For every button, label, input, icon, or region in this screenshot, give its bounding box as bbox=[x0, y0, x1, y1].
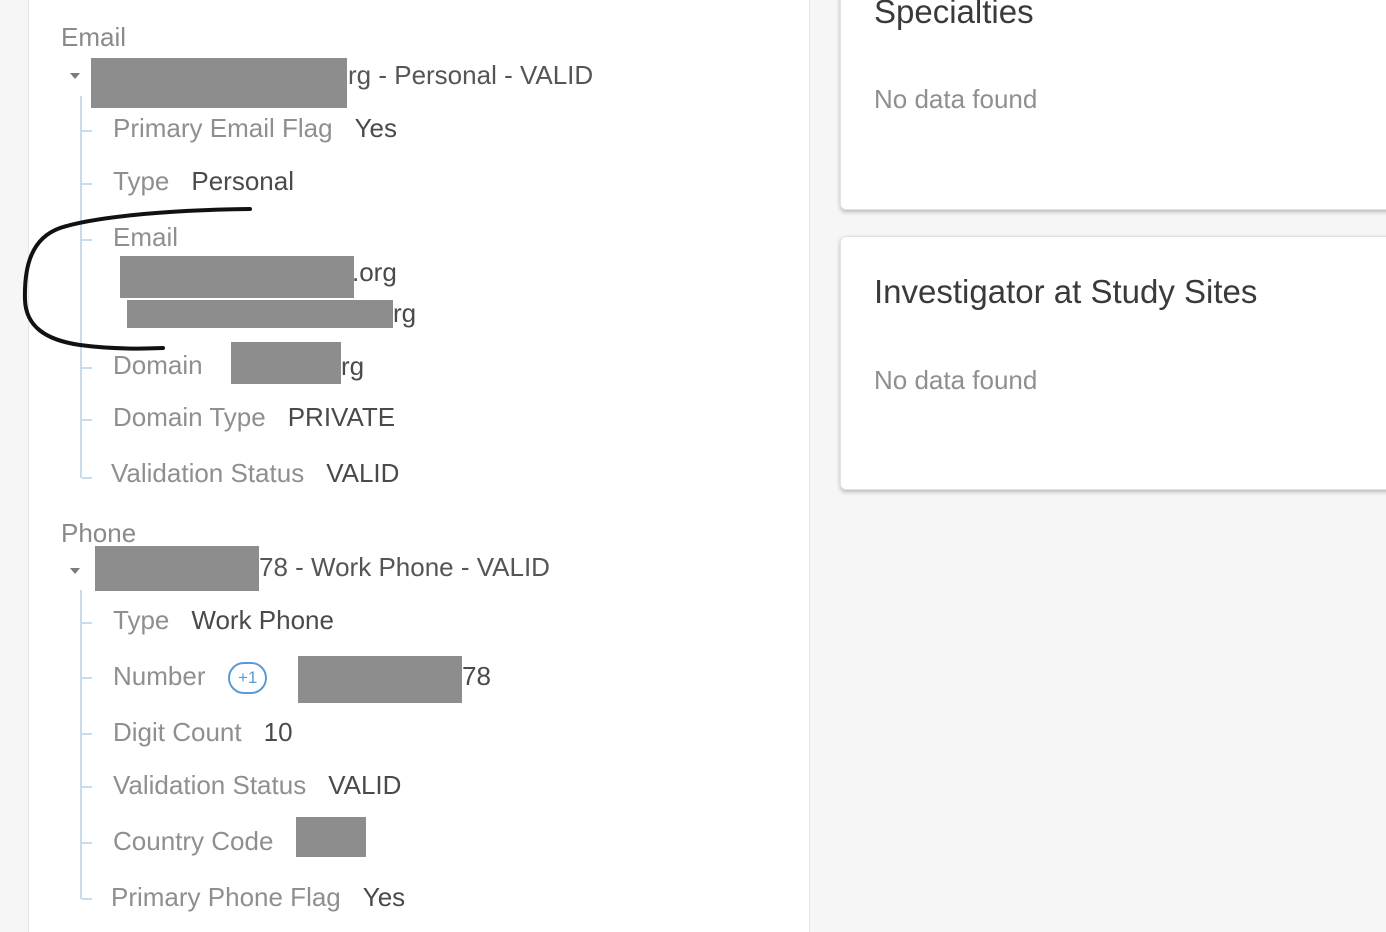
email-value-fragment: rg bbox=[393, 298, 417, 328]
card-title: Investigator at Study Sites bbox=[874, 273, 1258, 310]
field-label: Domain bbox=[113, 350, 203, 380]
collapse-caret-icon[interactable] bbox=[70, 568, 80, 574]
email-value-fragment: .org bbox=[352, 257, 397, 287]
field-label: Primary Phone Flag bbox=[111, 882, 341, 912]
tree-branch bbox=[82, 239, 92, 241]
tree-branch bbox=[82, 419, 92, 421]
email-validation-status-row: Validation Status VALID bbox=[111, 458, 399, 489]
field-label: Country Code bbox=[113, 826, 274, 856]
field-label: Validation Status bbox=[111, 458, 305, 488]
tree-branch bbox=[82, 130, 92, 132]
tree-branch bbox=[82, 677, 92, 679]
phone-type-row: Type Work Phone bbox=[113, 605, 334, 636]
specialties-card: Specialties No data found bbox=[840, 0, 1386, 210]
field-label: Domain Type bbox=[113, 402, 266, 432]
email-type-row: Type Personal bbox=[113, 166, 294, 197]
field-label: Type bbox=[113, 605, 170, 635]
phone-number-row: Number bbox=[113, 661, 205, 692]
field-label: Primary Email Flag bbox=[113, 113, 333, 143]
tree-branch bbox=[82, 733, 92, 735]
card-title: Specialties bbox=[874, 0, 1034, 30]
tree-branch bbox=[82, 477, 92, 479]
email-address-row: Email bbox=[113, 222, 178, 253]
phone-entry-header[interactable]: 78 - Work Phone - VALID bbox=[259, 552, 550, 583]
phone-tree-line bbox=[80, 590, 82, 899]
redacted-phone-number bbox=[95, 546, 259, 591]
digit-count-row: Digit Count 10 bbox=[113, 717, 293, 748]
tree-branch bbox=[82, 786, 92, 788]
redacted-email-value bbox=[120, 256, 354, 298]
redacted-country-code bbox=[296, 817, 366, 857]
field-value: Yes bbox=[362, 882, 406, 912]
field-value: Yes bbox=[354, 113, 398, 143]
email-entry-header[interactable]: rg - Personal - VALID bbox=[348, 60, 593, 91]
field-label: Email bbox=[113, 222, 179, 252]
study-sites-card: Investigator at Study Sites No data foun… bbox=[840, 236, 1386, 490]
redacted-domain bbox=[231, 342, 341, 384]
phone-validation-status-row: Validation Status VALID bbox=[113, 770, 401, 801]
field-value: VALID bbox=[328, 770, 402, 800]
redacted-phone-value bbox=[298, 656, 462, 703]
tree-branch bbox=[82, 842, 92, 844]
field-value: Personal bbox=[191, 166, 294, 196]
field-value: Work Phone bbox=[191, 605, 334, 635]
phone-section-label: Phone bbox=[61, 518, 137, 548]
tree-branch bbox=[82, 367, 92, 369]
country-code-badge: +1 bbox=[228, 662, 268, 694]
field-label: Validation Status bbox=[113, 770, 307, 800]
tree-branch bbox=[82, 622, 92, 624]
primary-email-flag-row: Primary Email Flag Yes bbox=[113, 113, 397, 144]
field-label: Digit Count bbox=[113, 717, 242, 747]
field-label: Number bbox=[113, 661, 206, 691]
field-label: Type bbox=[113, 166, 170, 196]
domain-row: Domain bbox=[113, 350, 203, 381]
empty-state-text: No data found bbox=[874, 84, 1038, 114]
redacted-email-address bbox=[91, 58, 347, 108]
redacted-email-value bbox=[127, 300, 393, 328]
collapse-caret-icon[interactable] bbox=[70, 73, 80, 79]
country-code-row: Country Code bbox=[113, 826, 273, 857]
domain-type-row: Domain Type PRIVATE bbox=[113, 402, 395, 433]
field-value: VALID bbox=[326, 458, 400, 488]
primary-phone-flag-row: Primary Phone Flag Yes bbox=[111, 882, 405, 913]
tree-branch bbox=[82, 183, 92, 185]
field-value: 10 bbox=[263, 717, 293, 747]
phone-value-fragment: 78 bbox=[462, 661, 491, 691]
tree-branch bbox=[82, 898, 92, 900]
domain-value-fragment: rg bbox=[341, 351, 365, 381]
field-value: PRIVATE bbox=[287, 402, 396, 432]
email-section-label: Email bbox=[61, 22, 127, 52]
empty-state-text: No data found bbox=[874, 365, 1038, 395]
